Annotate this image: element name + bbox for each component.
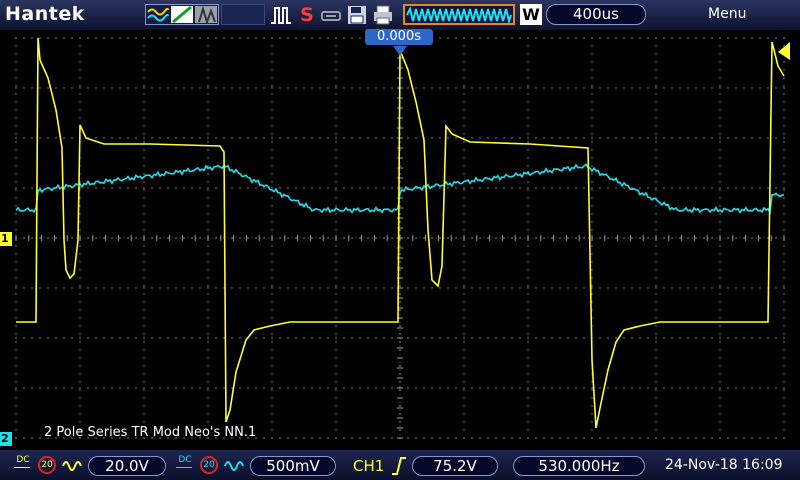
waveform-caption: 2 Pole Series TR Mod Neo's NN.1 xyxy=(44,425,257,440)
menu-button[interactable]: Menu xyxy=(708,6,746,22)
memory-window-indicator[interactable] xyxy=(403,4,515,25)
ch1-waveform xyxy=(16,37,785,429)
ch2-ground-marker[interactable]: 2 xyxy=(0,432,12,446)
rising-edge-icon[interactable] xyxy=(391,456,407,476)
ch1-coupling-label: DC xyxy=(16,455,30,465)
wave-mode-icon[interactable] xyxy=(147,6,169,23)
timebase-readout[interactable]: 400us xyxy=(546,4,646,25)
ch1-wave-icon xyxy=(62,461,82,471)
ch2-bandwidth-limit-icon[interactable]: 20 xyxy=(200,456,218,474)
ch1-volts-div[interactable]: 20.0V xyxy=(88,456,166,476)
status-field xyxy=(221,4,265,25)
link-icon[interactable] xyxy=(320,4,342,26)
trigger-position-badge: 0.000s xyxy=(365,29,433,45)
run-stop-indicator[interactable]: S xyxy=(296,4,318,26)
ch1-bandwidth-limit-icon[interactable]: 20 xyxy=(38,456,56,474)
ch2-volts-div[interactable]: 500mV xyxy=(250,456,336,476)
trigger-level-pointer[interactable] xyxy=(778,42,790,60)
ch2-coupling-label: DC xyxy=(178,455,192,465)
window-waveform-icon xyxy=(406,6,512,25)
trigger-position-pointer[interactable] xyxy=(393,46,407,56)
frequency-readout: 530.000Hz xyxy=(513,456,645,476)
ch2-coupling[interactable]: DC xyxy=(176,456,196,476)
pulse-icon[interactable] xyxy=(270,4,292,26)
ch1-ground-marker[interactable]: 1 xyxy=(0,232,12,246)
bottom-status-bar: DC 20 20.0V DC 20 500mV CH1 75.2V 530.00… xyxy=(0,450,800,480)
ch2-wave-icon xyxy=(224,461,244,471)
trigger-source[interactable]: CH1 xyxy=(353,457,384,477)
slope-mode-icon[interactable] xyxy=(171,6,193,23)
datetime: 24-Nov-18 16:09 xyxy=(665,457,783,473)
save-icon[interactable] xyxy=(346,4,368,26)
waveform-display[interactable] xyxy=(0,30,800,450)
brand-logo: Hantek xyxy=(5,3,85,25)
top-toolbar: Hantek S W 400us Menu xyxy=(0,0,800,30)
trigger-level-readout[interactable]: 75.2V xyxy=(412,456,498,476)
ch1-coupling[interactable]: DC xyxy=(14,456,34,476)
window-mode-button[interactable]: W xyxy=(520,4,542,25)
acquire-mode-group[interactable] xyxy=(145,4,219,25)
envelope-mode-icon[interactable] xyxy=(195,6,217,23)
print-icon[interactable] xyxy=(372,4,394,26)
